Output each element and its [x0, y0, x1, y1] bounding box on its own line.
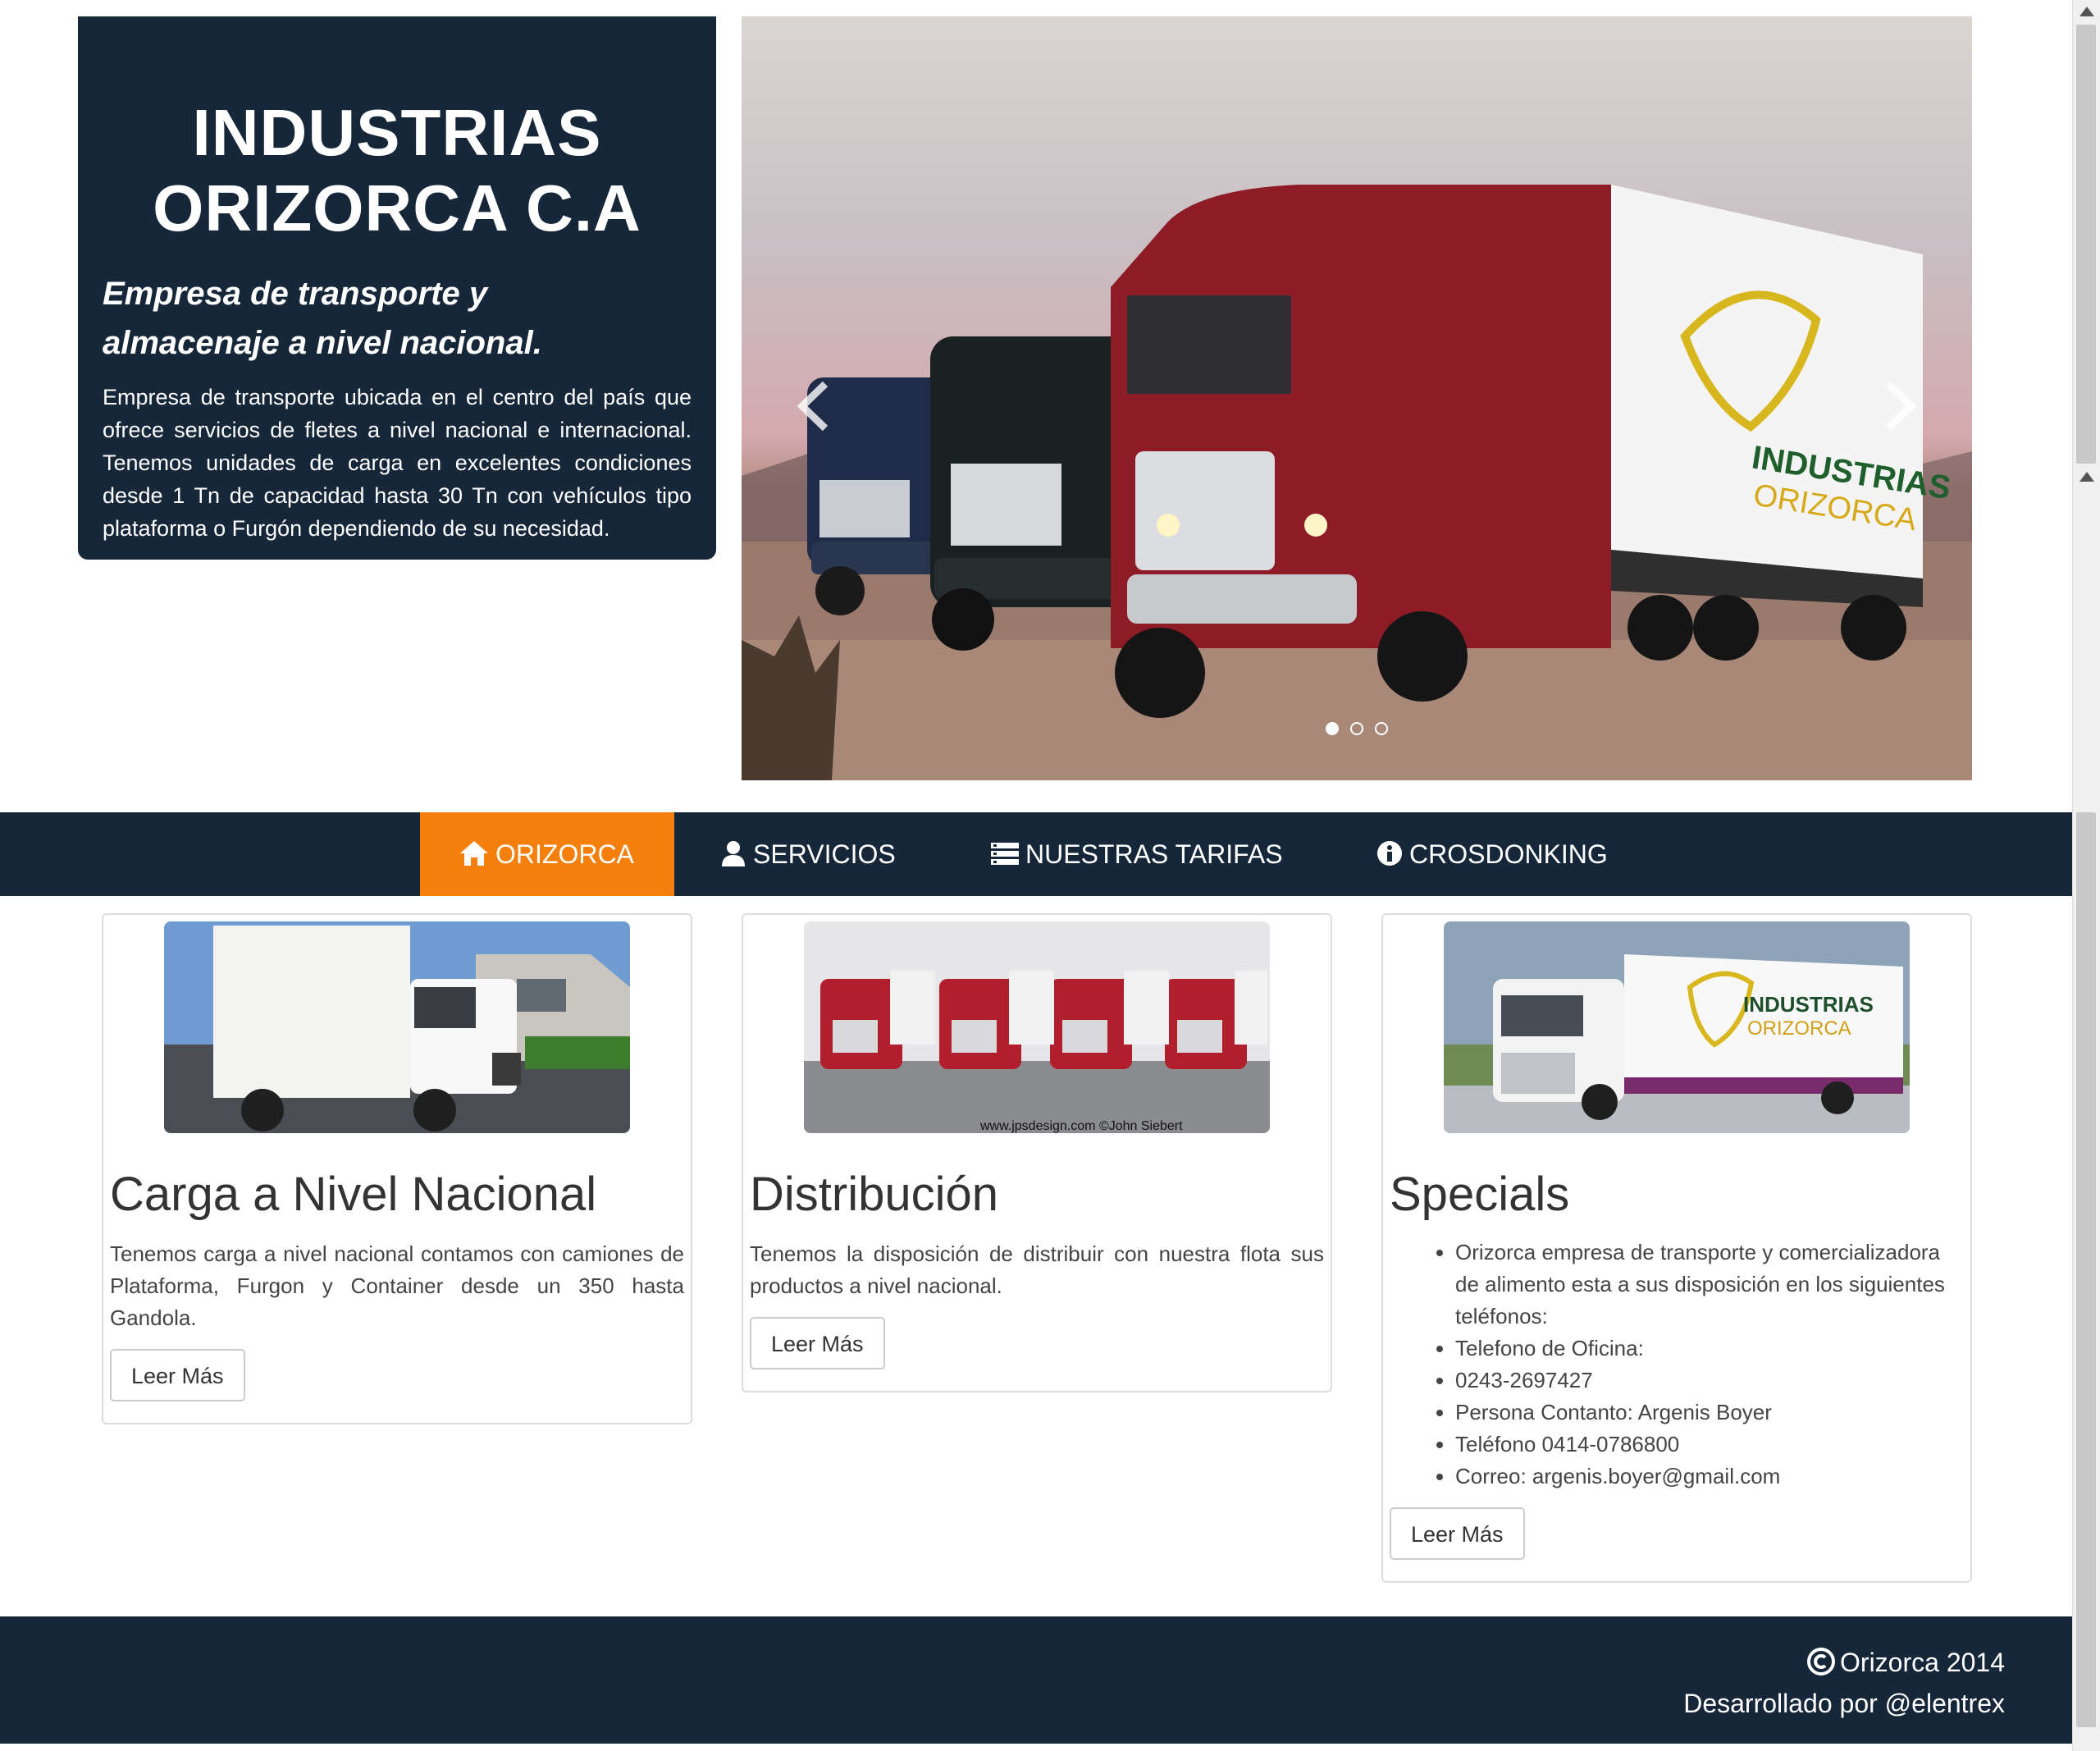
list-item: Correo: argenis.boyer@gmail.com: [1455, 1461, 1964, 1493]
hero-subtitle-line2: almacenaje a nivel nacional.: [103, 325, 542, 361]
info-icon: [1377, 841, 1402, 866]
hero-description: Empresa de transporte ubicada en el cent…: [103, 385, 692, 541]
hero-title-line1: INDUSTRIAS: [192, 96, 602, 169]
nav-item-orizorca[interactable]: ORIZORCA: [420, 812, 674, 896]
list-item: Orizorca empresa de transporte y comerci…: [1455, 1237, 1964, 1333]
scroll-track-segment[interactable]: [2076, 812, 2096, 1727]
user-icon: [722, 841, 745, 866]
scroll-thumb[interactable]: [2076, 25, 2096, 464]
card-image-white-truck: [164, 921, 630, 1133]
carousel-prev-button[interactable]: [791, 377, 840, 435]
scroll-arrow-icon[interactable]: [2079, 472, 2094, 482]
chevron-right-icon: [1885, 381, 1917, 432]
page-scrollbar[interactable]: [2072, 0, 2100, 1751]
leer-mas-button[interactable]: Leer Más: [1390, 1507, 1525, 1560]
footer: Orizorca 2014 Desarrollado por @elentrex: [0, 1616, 2072, 1744]
hero-title: INDUSTRIAS ORIZORCA C.A: [103, 95, 692, 246]
nav-item-crosdonking[interactable]: CROSDONKING: [1376, 812, 1608, 896]
carousel-dot-2[interactable]: [1350, 722, 1363, 735]
leer-mas-button[interactable]: Leer Más: [110, 1349, 245, 1401]
hero-title-line2: ORIZORCA C.A: [153, 171, 641, 245]
nav-item-label: ORIZORCA: [495, 839, 634, 869]
list-item: Teléfono 0414-0786800: [1455, 1429, 1964, 1461]
home-icon: [460, 841, 488, 866]
service-card-specials: INDUSTRIAS ORIZORCA Specials Orizorca em…: [1381, 913, 1972, 1583]
main-navbar: ORIZORCA SERVICIOS NUESTRAS TARIFAS CROS…: [0, 812, 2072, 896]
card-title: Distribución: [750, 1168, 998, 1221]
card-image-red-fleet: www.jpsdesign.com ©John Siebert: [804, 921, 1270, 1133]
nav-item-servicios[interactable]: SERVICIOS: [720, 812, 896, 896]
hero-carousel[interactable]: INDUSTRIAS ORIZORCA: [742, 16, 1972, 780]
card-image-orizorca-truck: INDUSTRIAS ORIZORCA: [1444, 921, 1910, 1133]
list-item: Persona Contanto: Argenis Boyer: [1455, 1397, 1964, 1429]
card-image-logo-line1: INDUSTRIAS: [1743, 992, 1874, 1017]
card-image-caption: www.jpsdesign.com ©John Siebert: [979, 1119, 1183, 1133]
copyright-icon: [1807, 1648, 1836, 1676]
copyright-text: Orizorca 2014: [1840, 1648, 2005, 1677]
list-item: Telefono de Oficina:: [1455, 1333, 1964, 1365]
card-title: Carga a Nivel Nacional: [110, 1168, 597, 1221]
footer-credit: Desarrollado por @elentrex: [1683, 1689, 2005, 1718]
hero-card: INDUSTRIAS ORIZORCA C.A Empresa de trans…: [78, 16, 716, 560]
service-card-distribucion: www.jpsdesign.com ©John Siebert Distribu…: [742, 913, 1332, 1392]
scroll-up-icon[interactable]: [2079, 7, 2094, 16]
carousel-next-button[interactable]: [1874, 377, 1923, 435]
contact-list: Orizorca empresa de transporte y comerci…: [1390, 1237, 1964, 1493]
carousel-indicators: [742, 722, 1972, 739]
list-item: 0243-2697427: [1455, 1365, 1964, 1397]
carousel-slide-image: INDUSTRIAS ORIZORCA: [742, 185, 1972, 780]
list-icon: [991, 843, 1019, 865]
card-text: Tenemos la disposición de distribuir con…: [750, 1241, 1324, 1298]
card-title: Specials: [1390, 1168, 1570, 1221]
chevron-left-icon: [797, 381, 829, 432]
service-card-carga: Carga a Nivel Nacional Tenemos carga a n…: [102, 913, 692, 1424]
hero-subtitle: Empresa de transporte y almacenaje a niv…: [103, 269, 692, 368]
nav-item-label: SERVICIOS: [753, 839, 896, 869]
nav-item-label: CROSDONKING: [1409, 839, 1608, 869]
card-image-logo-line2: ORIZORCA: [1747, 1017, 1851, 1040]
nav-item-nuestras-tarifas[interactable]: NUESTRAS TARIFAS: [991, 812, 1283, 896]
carousel-dot-1[interactable]: [1325, 722, 1339, 735]
card-text: Tenemos carga a nivel nacional contamos …: [110, 1241, 684, 1330]
leer-mas-button[interactable]: Leer Más: [750, 1317, 885, 1369]
hero-subtitle-line1: Empresa de transporte y: [103, 276, 488, 312]
footer-copyright: Orizorca 2014: [1807, 1648, 2005, 1678]
carousel-dot-3[interactable]: [1375, 722, 1389, 735]
nav-item-label: NUESTRAS TARIFAS: [1025, 839, 1283, 869]
